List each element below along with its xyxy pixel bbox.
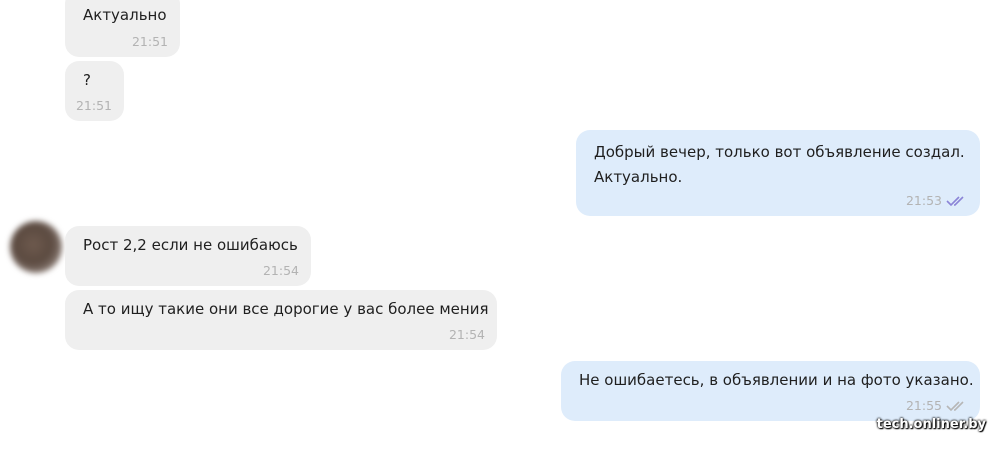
message-time: 21:51 (75, 98, 112, 113)
message-text: Актуально (83, 6, 167, 24)
message-time: 21:55 (905, 398, 942, 413)
site-watermark: tech.onliner.by (876, 417, 986, 432)
message-timestamp-container: 21:53 (906, 193, 968, 208)
message-timestamp-container: 21:54 (263, 263, 299, 278)
read-double-check-icon (946, 195, 964, 206)
incoming-message-bubble[interactable]: Рост 2,2 если не ошибаюсь 21:54 (65, 226, 311, 286)
incoming-message-bubble[interactable]: А то ищу такие они все дорогие у вас бол… (65, 290, 497, 350)
message-text-line: Актуально. (594, 168, 683, 186)
message-timestamp-container: 21:55 (906, 398, 968, 413)
outgoing-message-bubble[interactable]: Не ошибаетесь, в объявлении и на фото ук… (561, 361, 980, 421)
message-text-line: Добрый вечер, только вот объявление созд… (594, 143, 965, 161)
incoming-message-bubble[interactable]: Актуально 21:51 (65, 0, 180, 57)
message-text: А то ищу такие они все дорогие у вас бол… (83, 300, 489, 318)
message-time: 21:51 (131, 34, 168, 49)
message-text: ? (83, 71, 91, 89)
message-text: Не ошибаетесь, в объявлении и на фото ук… (579, 371, 974, 389)
message-timestamp-container: 21:51 (76, 98, 112, 113)
message-time: 21:54 (448, 327, 485, 342)
message-time: 21:53 (905, 193, 942, 208)
message-timestamp-container: 21:51 (132, 34, 168, 49)
contact-avatar[interactable] (10, 221, 62, 273)
message-time: 21:54 (262, 263, 299, 278)
message-text: Рост 2,2 если не ошибаюсь (83, 236, 298, 254)
outgoing-message-bubble[interactable]: Добрый вечер, только вот объявление созд… (576, 130, 980, 216)
message-timestamp-container: 21:54 (449, 327, 485, 342)
incoming-message-bubble[interactable]: ? 21:51 (65, 61, 124, 121)
delivered-double-check-icon (946, 400, 964, 411)
